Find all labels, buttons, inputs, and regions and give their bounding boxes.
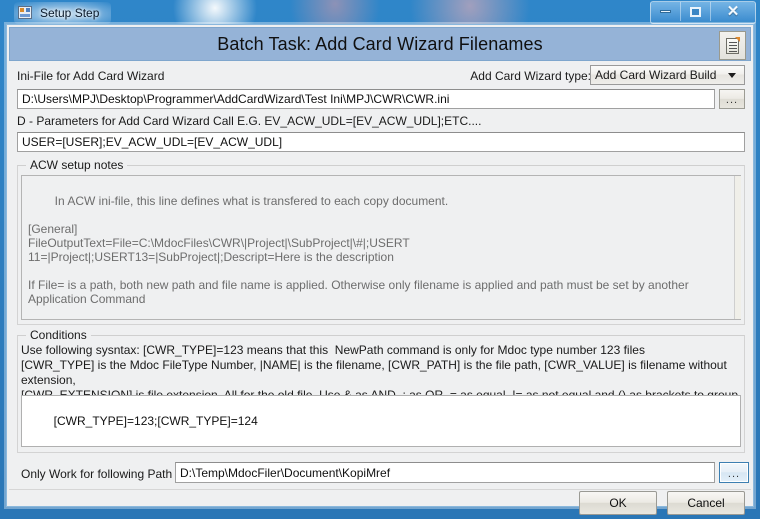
dialog-client-area: Batch Task: Add Card Wizard Filenames In… — [6, 24, 754, 515]
acw-type-combobox[interactable]: Add Card Wizard Build — [590, 65, 745, 85]
close-icon: ✕ — [726, 3, 740, 20]
acw-type-value: Add Card Wizard Build — [595, 68, 717, 82]
notes-panel-scrollbar[interactable] — [734, 176, 741, 319]
window-controls: ✕ — [650, 1, 756, 24]
dialog-header-band: Batch Task: Add Card Wizard Filenames — [9, 27, 751, 61]
desktop-background: Setup Step ✕ Batch Task: Add Card Wizard… — [0, 0, 760, 519]
conditions-input[interactable]: [CWR_TYPE]=123;[CWR_TYPE]=124 — [21, 395, 741, 447]
minimize-button[interactable] — [651, 2, 681, 21]
document-button[interactable] — [719, 31, 746, 60]
conditions-title: Conditions — [26, 328, 91, 342]
conditions-value: [CWR_TYPE]=123;[CWR_TYPE]=124 — [53, 414, 258, 428]
setup-step-window: Setup Step ✕ Batch Task: Add Card Wizard… — [0, 0, 760, 515]
document-icon — [726, 36, 740, 54]
ok-button[interactable]: OK — [579, 491, 657, 515]
maximize-button[interactable] — [681, 2, 711, 21]
window-title-group: Setup Step — [14, 2, 112, 24]
maximize-icon — [690, 6, 701, 17]
window-app-icon — [18, 5, 34, 21]
acw-setup-notes-panel[interactable]: In ACW ini-file, this line defines what … — [21, 175, 741, 320]
params-label: D - Parameters for Add Card Wizard Call … — [17, 114, 482, 128]
page-title: Batch Task: Add Card Wizard Filenames — [217, 33, 543, 54]
ini-file-value: D:\Users\MPJ\Desktop\Programmer\AddCardW… — [22, 92, 450, 106]
only-work-path-input[interactable]: D:\Temp\MdocFiler\Document\KopiMref — [175, 462, 715, 483]
acw-setup-notes-title: ACW setup notes — [26, 158, 128, 172]
params-value: USER=[USER];EV_ACW_UDL=[EV_ACW_UDL] — [22, 135, 283, 149]
only-work-path-label: Only Work for following Path — [21, 467, 173, 481]
chevron-down-icon — [728, 73, 736, 78]
acw-type-label: Add Card Wizard type: — [470, 69, 591, 83]
window-titlebar: Setup Step ✕ — [0, 0, 760, 26]
params-input[interactable]: USER=[USER];EV_ACW_UDL=[EV_ACW_UDL] — [17, 132, 745, 152]
cancel-button[interactable]: Cancel — [667, 491, 745, 515]
ini-file-input[interactable]: D:\Users\MPJ\Desktop\Programmer\AddCardW… — [17, 89, 715, 109]
window-title: Setup Step — [40, 6, 100, 20]
close-button[interactable]: ✕ — [711, 2, 755, 21]
only-work-path-browse-button[interactable]: ... — [719, 462, 749, 483]
ini-file-label: Ini-File for Add Card Wizard — [17, 69, 165, 83]
ini-file-browse-button[interactable]: ... — [719, 89, 745, 109]
acw-setup-notes-text: In ACW ini-file, this line defines what … — [28, 194, 689, 306]
minimize-icon — [660, 10, 671, 13]
only-work-path-value: D:\Temp\MdocFiler\Document\KopiMref — [180, 465, 391, 480]
